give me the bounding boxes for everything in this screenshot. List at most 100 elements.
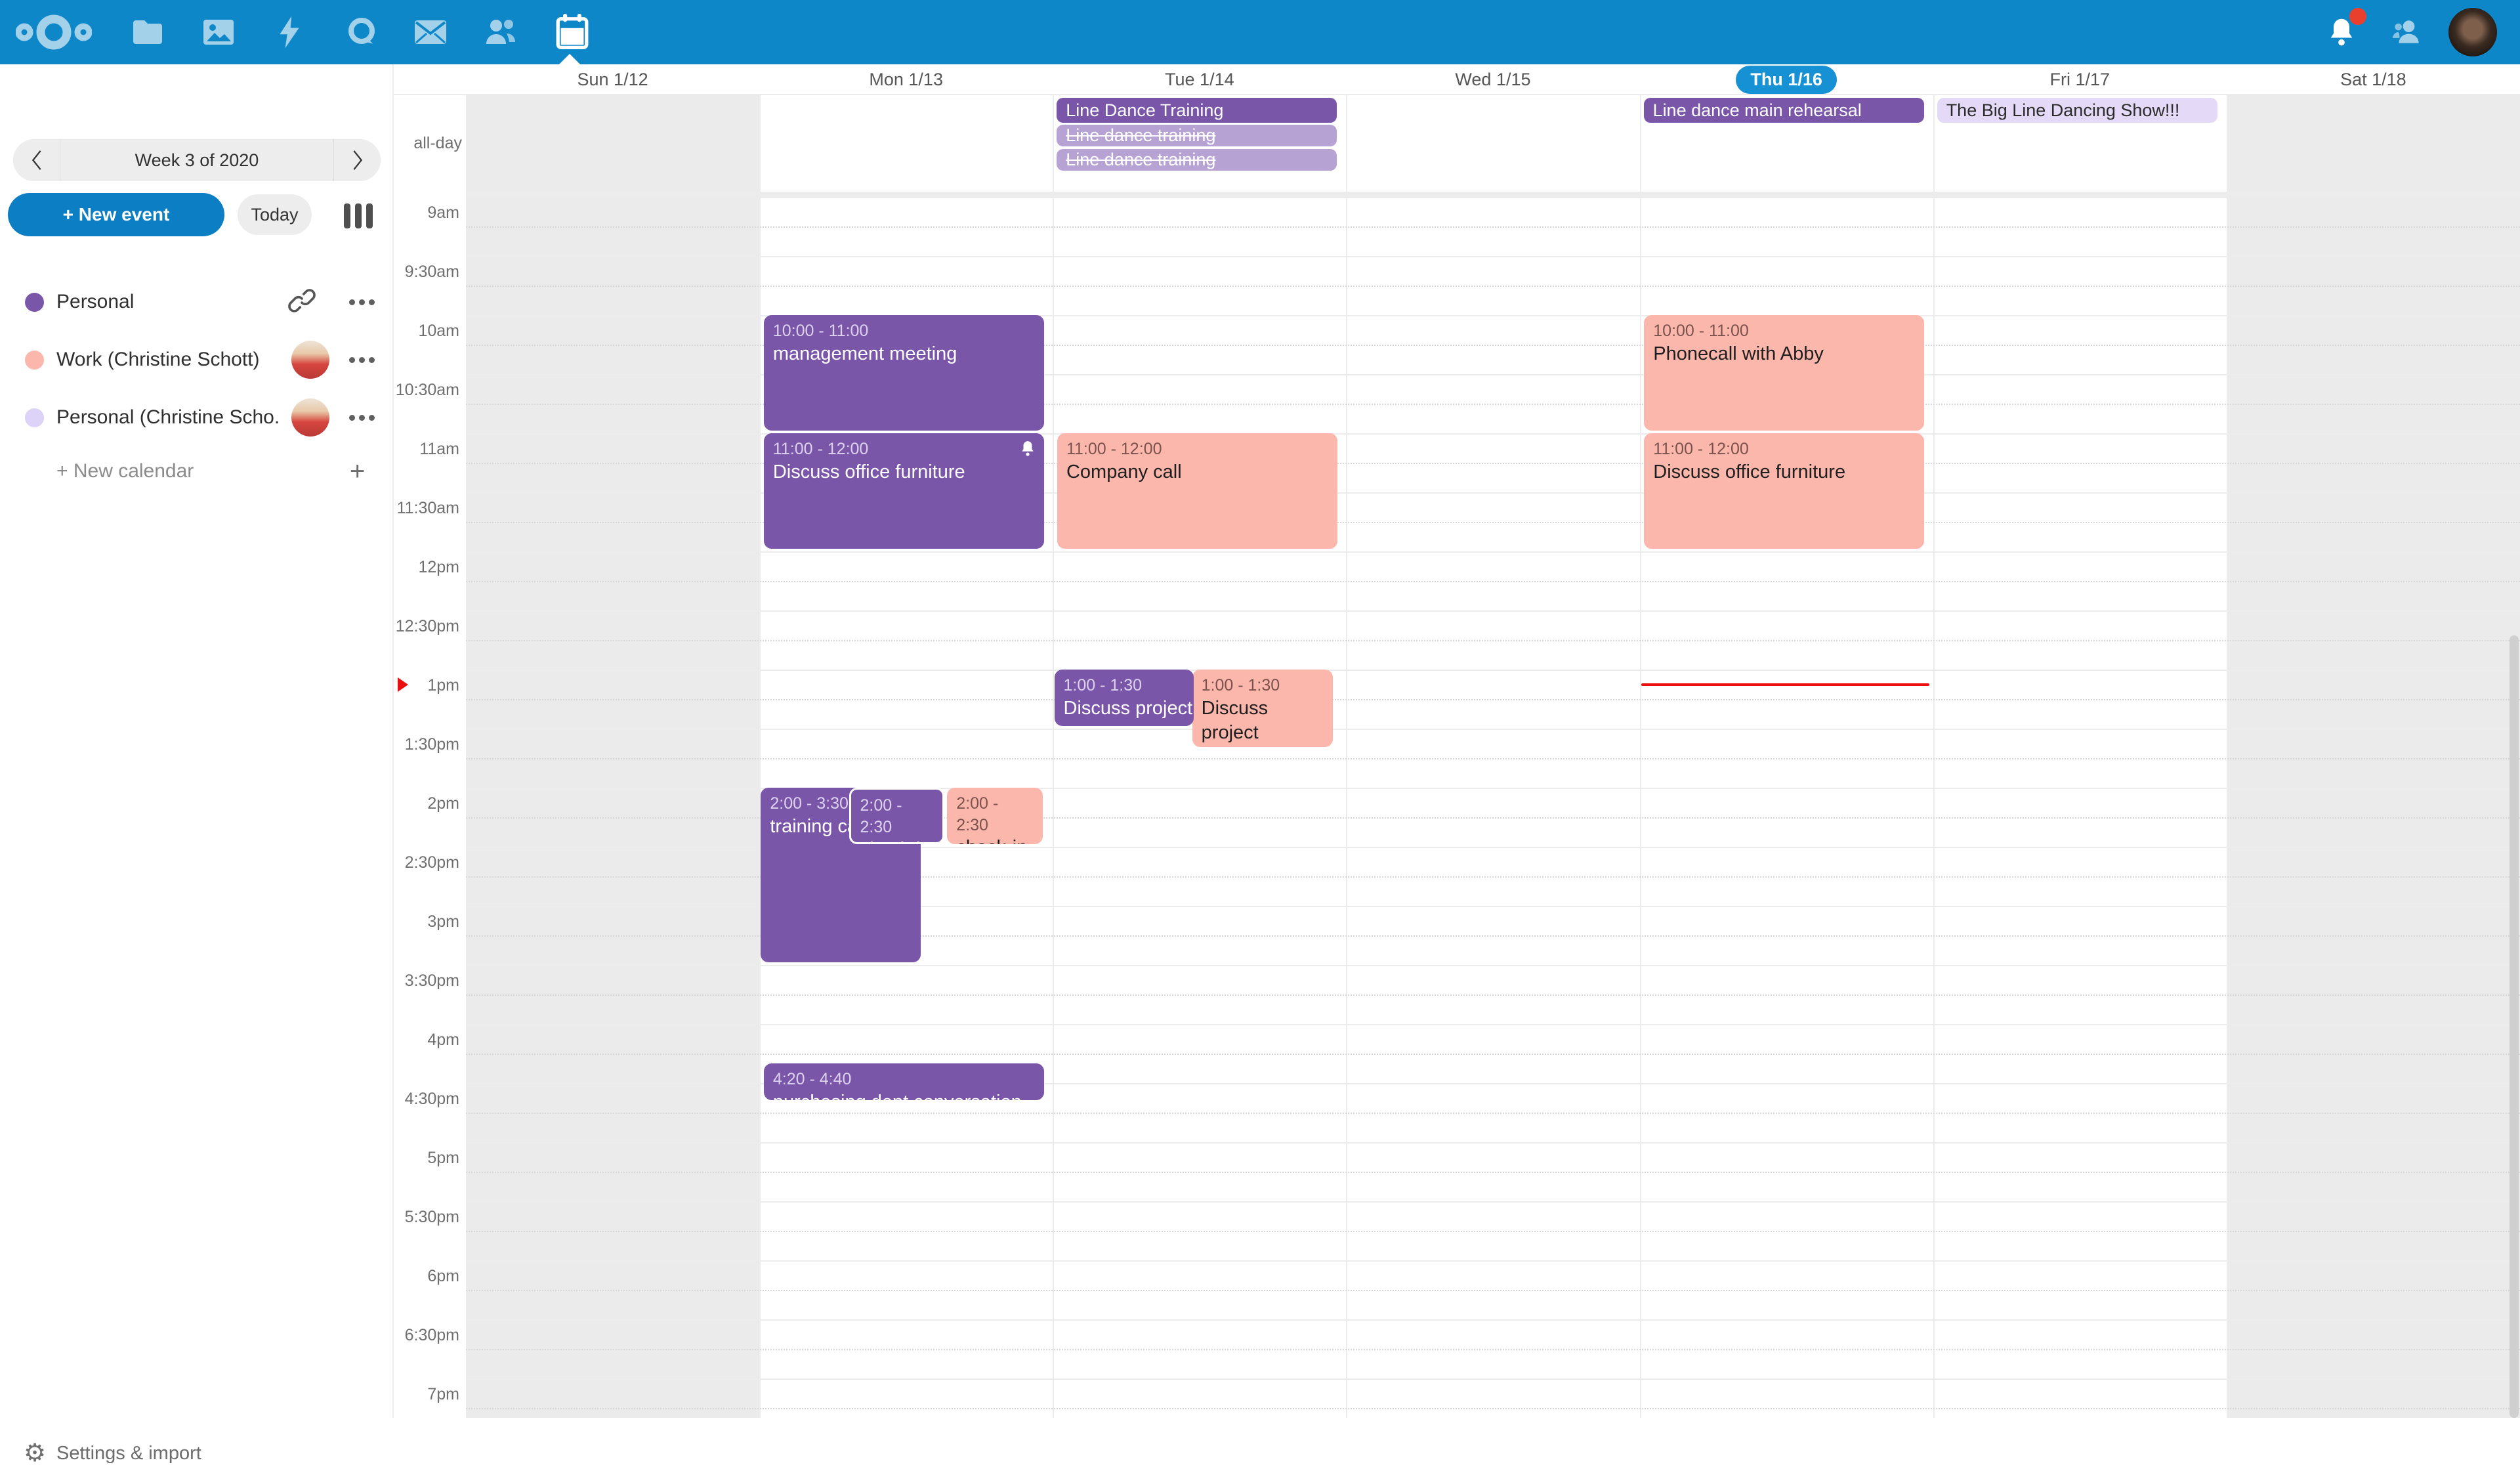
today-pill: Thu 1/16: [1736, 66, 1837, 94]
grid-line: [466, 256, 2520, 257]
contacts-menu-icon[interactable]: [2386, 12, 2427, 53]
calendar-week-view: Sun 1/12Mon 1/13Tue 1/14Wed 1/15 Thu 1/16…: [394, 64, 2520, 1418]
event-discuss-project-announcement[interactable]: 1:00 - 1:30Discuss project announcement: [1055, 670, 1194, 726]
grid-line-quarter: [466, 1290, 2520, 1291]
calendar-actions-menu[interactable]: [346, 299, 377, 305]
allday-event-line-dance-training[interactable]: Line dance training: [1057, 125, 1337, 146]
allday-event-line-dance-main-rehearsal[interactable]: Line dance main rehearsal: [1644, 98, 1924, 123]
reminder-bell-icon: [1019, 440, 1036, 463]
activity-icon[interactable]: [269, 12, 310, 53]
top-app-bar: [0, 0, 2520, 64]
allday-event-line-dance-training[interactable]: Line dance training: [1057, 149, 1337, 171]
calendar-actions-menu[interactable]: [346, 415, 377, 421]
time-label: 2:30pm: [394, 853, 459, 872]
event-title: purchasing dept conversation: [773, 1090, 1035, 1101]
allday-event-title: Line dance training: [1066, 150, 1215, 170]
grid-line-quarter: [466, 1054, 2520, 1055]
sidebar-calendar-personal-christine-scho[interactable]: Personal (Christine Scho...: [0, 389, 394, 446]
current-time-arrow: [398, 677, 408, 692]
time-label: 4:30pm: [394, 1090, 459, 1109]
week-label[interactable]: Week 3 of 2020: [60, 139, 333, 181]
day-header-fri-1-17[interactable]: Fri 1/17: [1933, 64, 2227, 95]
event-title: Discuss office furniture: [1653, 460, 1915, 485]
time-label: 1:30pm: [394, 735, 459, 754]
nextcloud-logo[interactable]: [14, 12, 93, 53]
mail-icon[interactable]: [410, 12, 451, 53]
event-title: check-in: [860, 838, 933, 844]
calendar-color-dot: [25, 351, 44, 370]
calendar-actions-menu[interactable]: [346, 357, 377, 363]
grid-line-quarter: [466, 699, 2520, 700]
event-time: 2:00 - 2:30: [956, 793, 1033, 836]
sidebar-calendar-work-christine-schott[interactable]: Work (Christine Schott): [0, 331, 394, 389]
settings-import-button[interactable]: ⚙ Settings & import: [0, 1434, 394, 1473]
calendar-name: Personal (Christine Scho...: [56, 406, 280, 429]
notification-badge: [2349, 8, 2366, 25]
previous-week-button[interactable]: [13, 139, 60, 181]
event-discuss-office-furniture[interactable]: 11:00 - 12:00Discuss office furniture: [1644, 433, 1924, 549]
time-label: 12pm: [394, 558, 459, 577]
event-phonecall-with-abby[interactable]: 10:00 - 11:00Phonecall with Abby: [1644, 315, 1924, 431]
grid-line-quarter: [466, 994, 2520, 996]
grid-line-quarter: [466, 1231, 2520, 1232]
event-discuss-office-furniture[interactable]: 11:00 - 12:00Discuss office furniture: [764, 433, 1044, 549]
time-label: 10:30am: [394, 381, 459, 400]
user-avatar[interactable]: [2448, 8, 2497, 56]
grid-line: [466, 965, 2520, 966]
grid-line-quarter: [466, 1408, 2520, 1409]
allday-event-title: The Big Line Dancing Show!!!: [1946, 100, 2180, 121]
today-button[interactable]: Today: [238, 194, 312, 235]
day-header-sun-1-12[interactable]: Sun 1/12: [466, 64, 759, 95]
event-company-call[interactable]: 11:00 - 12:00Company call: [1057, 433, 1337, 549]
photos-icon[interactable]: [198, 12, 239, 53]
new-calendar-button[interactable]: + New calendar +: [0, 448, 394, 495]
calendar-icon[interactable]: [552, 12, 593, 53]
allday-event-line-dance-training[interactable]: Line Dance Training: [1057, 98, 1337, 123]
share-link-icon[interactable]: [287, 286, 316, 318]
notifications-bell-icon[interactable]: [2321, 12, 2362, 53]
event-title: Phonecall with Abby: [1653, 342, 1915, 367]
sidebar-calendar-personal[interactable]: Personal: [0, 273, 394, 331]
grid-line: [466, 1378, 2520, 1380]
event-discuss-project-announcement[interactable]: 1:00 - 1:30Discuss project announcement: [1192, 670, 1334, 747]
day-header-thu-1-16[interactable]: Thu 1/16: [1640, 64, 1933, 95]
scrollbar-thumb[interactable]: [2510, 635, 2519, 1418]
new-event-button[interactable]: + New event: [8, 193, 224, 236]
day-header-wed-1-15[interactable]: Wed 1/15: [1346, 64, 1639, 95]
contacts-icon[interactable]: [481, 12, 522, 53]
allday-event-the-big-line-dancing-show[interactable]: The Big Line Dancing Show!!!: [1937, 98, 2217, 123]
day-header-sat-1-18[interactable]: Sat 1/18: [2227, 64, 2520, 95]
time-grid: 9am9:30am10am10:30am11am11:30am12pm12:30…: [394, 198, 2520, 1418]
calendar-owner-avatar: [291, 341, 329, 379]
event-management-meeting[interactable]: 10:00 - 11:00management meeting: [764, 315, 1044, 431]
active-app-marker: [558, 54, 581, 65]
event-title: management meeting: [773, 342, 1035, 367]
talk-icon[interactable]: [341, 12, 382, 53]
view-toggle-icon[interactable]: [344, 203, 373, 230]
event-time: 1:00 - 1:30: [1202, 675, 1324, 696]
day-header-mon-1-13[interactable]: Mon 1/13: [759, 64, 1053, 95]
settings-label: Settings & import: [56, 1443, 201, 1464]
event-time: 1:00 - 1:30: [1064, 675, 1185, 696]
event-title: check-in: [956, 836, 1033, 844]
files-icon[interactable]: [127, 12, 168, 53]
event-purchasing-dept-conversation[interactable]: 4:20 - 4:40purchasing dept conversation: [764, 1063, 1044, 1100]
grid-line: [466, 1260, 2520, 1262]
event-check-in[interactable]: 2:00 - 2:30check-in: [947, 788, 1042, 844]
grid-line-quarter: [466, 758, 2520, 759]
event-time: 11:00 - 12:00: [1653, 438, 1915, 460]
time-label: 10am: [394, 322, 459, 341]
event-check-in[interactable]: 2:00 - 2:30check-in: [849, 788, 944, 844]
event-title: Discuss project announcement: [1202, 696, 1324, 748]
grid-line-quarter: [466, 581, 2520, 582]
event-time: 4:20 - 4:40: [773, 1069, 1035, 1090]
day-header-tue-1-14[interactable]: Tue 1/14: [1053, 64, 1346, 95]
day-header-row: Sun 1/12Mon 1/13Tue 1/14Wed 1/15 Thu 1/16…: [394, 64, 2520, 95]
event-time: 10:00 - 11:00: [773, 320, 1035, 342]
next-week-button[interactable]: [333, 139, 381, 181]
time-label: 2pm: [394, 794, 459, 813]
time-label: 11:30am: [394, 499, 459, 518]
week-navigation: Week 3 of 2020: [13, 139, 381, 181]
plus-icon: +: [350, 458, 365, 484]
grid-line-quarter: [466, 1349, 2520, 1350]
